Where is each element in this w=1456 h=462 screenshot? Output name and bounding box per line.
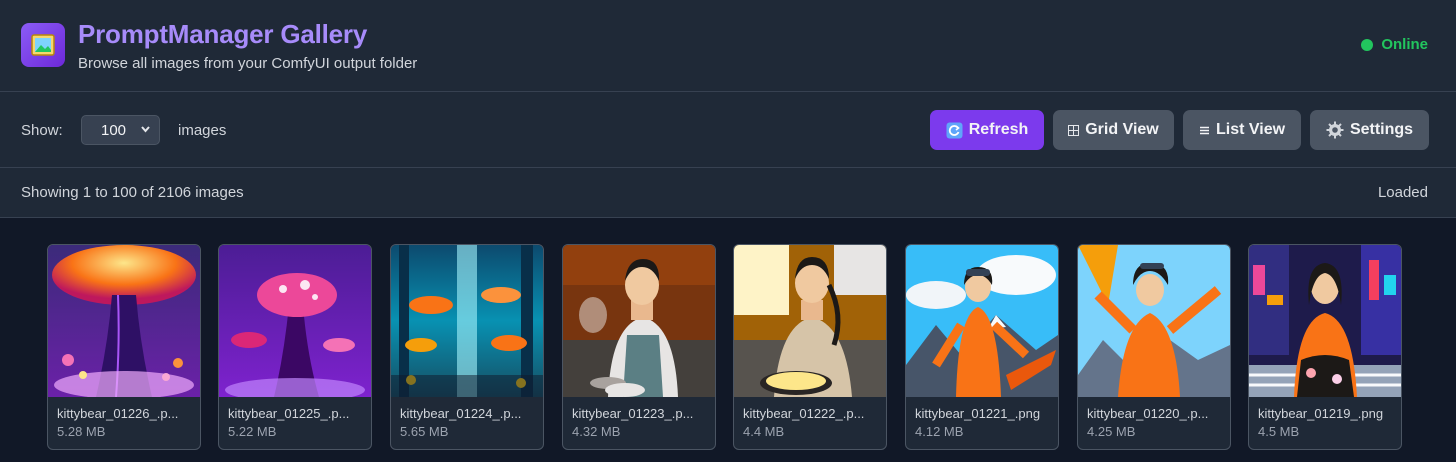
page-subtitle: Browse all images from your ComfyUI outp… (78, 55, 418, 72)
gallery-logo-icon (21, 23, 65, 67)
image-filesize: 5.22 MB (228, 424, 277, 439)
page-size-value: 100 (101, 121, 127, 139)
status-dot-icon (1361, 38, 1374, 51)
image-thumbnail[interactable] (563, 245, 715, 397)
gear-icon (1326, 121, 1344, 139)
image-filename: kittybear_01219_.png (1258, 406, 1384, 421)
image-filesize: 5.65 MB (400, 424, 449, 439)
results-info-bar: Showing 1 to 100 of 2106 images Loaded (0, 168, 1456, 218)
image-thumbnail[interactable] (734, 245, 886, 397)
image-card[interactable]: kittybear_01222_.p... 4.4 MB (733, 244, 887, 450)
show-label: Show: (21, 122, 63, 139)
image-card[interactable]: kittybear_01220_.p... 4.25 MB (1077, 244, 1231, 450)
page-size-select[interactable]: 100 (81, 115, 160, 145)
page-title: PromptManager Gallery (78, 19, 368, 49)
image-grid: kittybear_01226_.p... 5.28 MB kittybear_… (0, 219, 1456, 462)
image-thumbnail[interactable] (906, 245, 1058, 397)
image-thumbnail[interactable] (219, 245, 371, 397)
load-state: Loaded (1377, 184, 1428, 201)
refresh-label: Refresh (968, 121, 1029, 138)
status-text: Online (1381, 36, 1428, 53)
image-card[interactable]: kittybear_01221_.png 4.12 MB (905, 244, 1059, 450)
toolbar: Show: 100 images Refresh Grid View List … (0, 92, 1456, 168)
image-card[interactable]: kittybear_01225_.p... 5.22 MB (218, 244, 372, 450)
results-count: Showing 1 to 100 of 2106 images (21, 184, 244, 201)
list-icon (1199, 125, 1210, 136)
image-card[interactable]: kittybear_01223_.p... 4.32 MB (562, 244, 716, 450)
image-filename: kittybear_01222_.p... (743, 406, 865, 421)
image-filesize: 4.25 MB (1087, 424, 1136, 439)
image-filesize: 4.4 MB (743, 424, 785, 439)
app-header: PromptManager Gallery Browse all images … (0, 0, 1456, 92)
image-card[interactable]: kittybear_01226_.p... 5.28 MB (47, 244, 201, 450)
refresh-button[interactable]: Refresh (930, 110, 1044, 150)
image-filename: kittybear_01223_.p... (572, 406, 694, 421)
list-view-button[interactable]: List View (1183, 110, 1301, 150)
image-thumbnail[interactable] (1249, 245, 1401, 397)
refresh-icon (946, 122, 963, 139)
images-label: images (178, 122, 227, 139)
image-filename: kittybear_01226_.p... (57, 406, 179, 421)
image-thumbnail[interactable] (1078, 245, 1230, 397)
chevron-down-icon (140, 122, 151, 139)
connection-status: Online (1361, 36, 1428, 53)
image-filesize: 5.28 MB (57, 424, 106, 439)
settings-label: Settings (1349, 121, 1414, 138)
image-filesize: 4.12 MB (915, 424, 964, 439)
image-card[interactable]: kittybear_01224_.p... 5.65 MB (390, 244, 544, 450)
image-filesize: 4.32 MB (572, 424, 621, 439)
image-filename: kittybear_01225_.p... (228, 406, 350, 421)
grid-view-button[interactable]: Grid View (1053, 110, 1174, 150)
image-thumbnail[interactable] (391, 245, 543, 397)
image-thumbnail[interactable] (48, 245, 200, 397)
settings-button[interactable]: Settings (1310, 110, 1429, 150)
image-card[interactable]: kittybear_01219_.png 4.5 MB (1248, 244, 1402, 450)
image-filename: kittybear_01220_.p... (1087, 406, 1209, 421)
list-view-label: List View (1215, 121, 1286, 138)
image-filename: kittybear_01221_.png (915, 406, 1041, 421)
grid-view-label: Grid View (1085, 121, 1159, 138)
image-filesize: 4.5 MB (1258, 424, 1300, 439)
image-filename: kittybear_01224_.p... (400, 406, 522, 421)
grid-icon (1068, 124, 1080, 136)
